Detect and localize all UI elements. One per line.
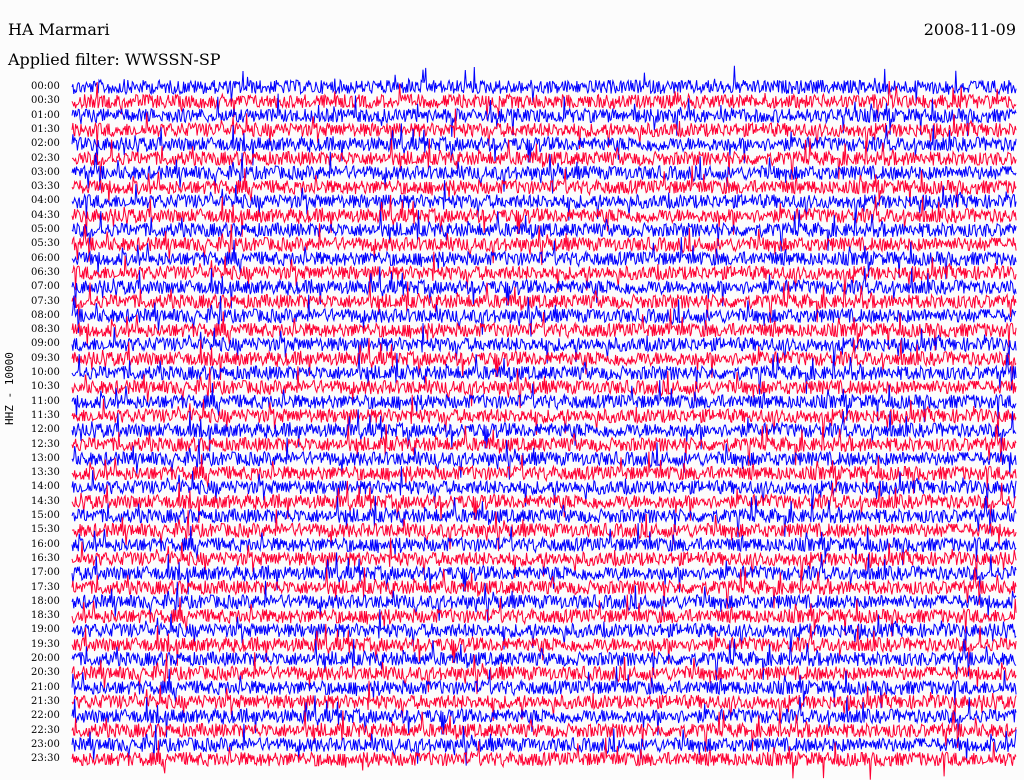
seismogram-plot <box>71 65 1017 780</box>
